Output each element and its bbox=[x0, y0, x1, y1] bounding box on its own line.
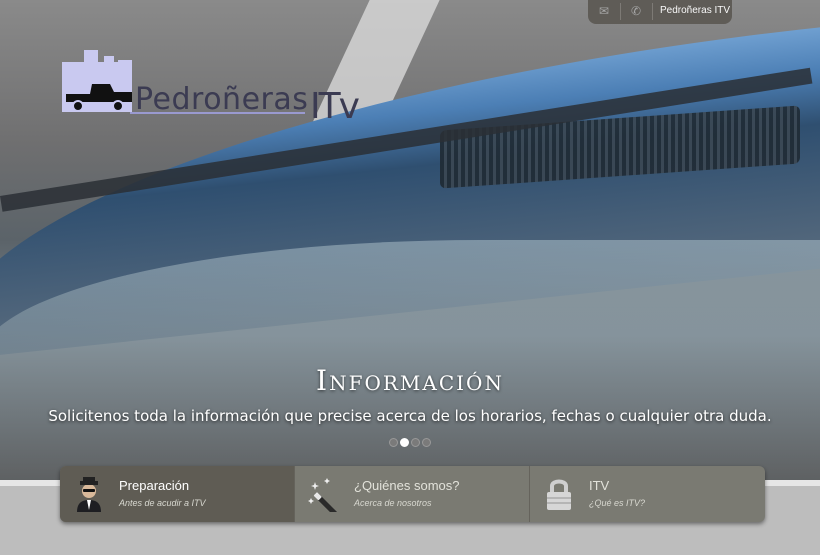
tab-subtitle: Antes de acudir a ITV bbox=[119, 498, 206, 508]
magic-wand-icon bbox=[308, 478, 338, 512]
tab-title: ¿Quiénes somos? bbox=[354, 478, 460, 493]
slide-dot[interactable] bbox=[411, 438, 420, 447]
tab-title: Preparación bbox=[119, 478, 190, 493]
top-contact-bar: ✉ ✆ Pedroñeras ITV bbox=[588, 0, 732, 24]
slide-title: Información bbox=[316, 364, 504, 397]
tab-itv[interactable]: ITV ¿Qué es ITV? bbox=[529, 466, 764, 522]
tab-preparacion[interactable]: Preparación Antes de acudir a ITV bbox=[60, 466, 294, 522]
lock-icon bbox=[547, 479, 571, 510]
phone-icon[interactable]: ✆ bbox=[628, 4, 644, 18]
windshield-image bbox=[0, 240, 820, 480]
inspector-icon bbox=[77, 477, 101, 512]
tab-quienes-somos[interactable]: ¿Quiénes somos? Acerca de nosotros bbox=[294, 466, 529, 522]
slide-dot[interactable] bbox=[422, 438, 431, 447]
slide-dot-active[interactable] bbox=[400, 438, 409, 447]
tab-title: ITV bbox=[589, 478, 610, 493]
logo-title: Pedroñeras bbox=[135, 82, 309, 117]
divider bbox=[652, 3, 653, 20]
slide-subtitle: Solicitenos toda la información que prec… bbox=[48, 407, 772, 425]
logo-suffix: ITv bbox=[310, 86, 360, 127]
topbar-brand-link[interactable]: Pedroñeras ITV bbox=[660, 5, 730, 16]
divider bbox=[620, 3, 621, 20]
truck-city-logo-icon bbox=[62, 50, 132, 112]
mail-icon[interactable]: ✉ bbox=[596, 4, 612, 18]
tab-subtitle: ¿Qué es ITV? bbox=[589, 498, 646, 508]
slide-dot[interactable] bbox=[389, 438, 398, 447]
feature-tabs: Preparación Antes de acudir a ITV ¿Quién… bbox=[60, 466, 765, 522]
tab-subtitle: Acerca de nosotros bbox=[354, 498, 432, 508]
